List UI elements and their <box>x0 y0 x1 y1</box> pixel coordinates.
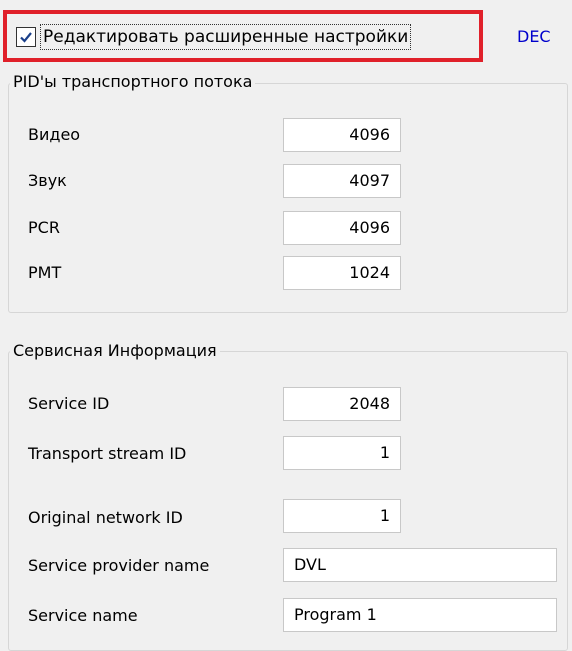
transport-stream-id-label: Transport stream ID <box>28 444 187 463</box>
service-info-group-title: Сервисная Информация <box>10 341 220 361</box>
transport-stream-id-input[interactable]: 1 <box>283 436 401 470</box>
pcr-pid-input[interactable]: 4096 <box>283 211 401 245</box>
service-provider-name-input[interactable]: DVL <box>283 548 557 582</box>
video-pid-input[interactable]: 4096 <box>283 118 401 152</box>
audio-pid-label: Звук <box>28 171 67 190</box>
video-pid-label: Видео <box>28 125 81 144</box>
dec-link[interactable]: DEC <box>517 27 551 47</box>
settings-panel: Редактировать расширенные настройки DEC … <box>0 0 572 651</box>
advanced-settings-checkbox[interactable] <box>16 27 36 47</box>
advanced-settings-checkbox-row[interactable]: Редактировать расширенные настройки <box>16 24 412 50</box>
original-network-id-label: Original network ID <box>28 508 183 527</box>
pcr-pid-label: PCR <box>28 218 60 237</box>
pmt-pid-label: PMT <box>28 263 62 282</box>
checkmark-icon <box>20 32 32 43</box>
service-name-input[interactable]: Program 1 <box>283 598 557 632</box>
original-network-id-input[interactable]: 1 <box>283 499 401 533</box>
advanced-settings-label[interactable]: Редактировать расширенные настройки <box>39 24 412 50</box>
service-id-input[interactable]: 2048 <box>283 387 401 421</box>
service-id-label: Service ID <box>28 394 110 413</box>
audio-pid-input[interactable]: 4097 <box>283 164 401 198</box>
pid-group-title: PID'ы транспортного потока <box>10 72 256 92</box>
pmt-pid-input[interactable]: 1024 <box>283 256 401 290</box>
service-provider-name-label: Service provider name <box>28 556 210 575</box>
service-name-label: Service name <box>28 606 138 625</box>
